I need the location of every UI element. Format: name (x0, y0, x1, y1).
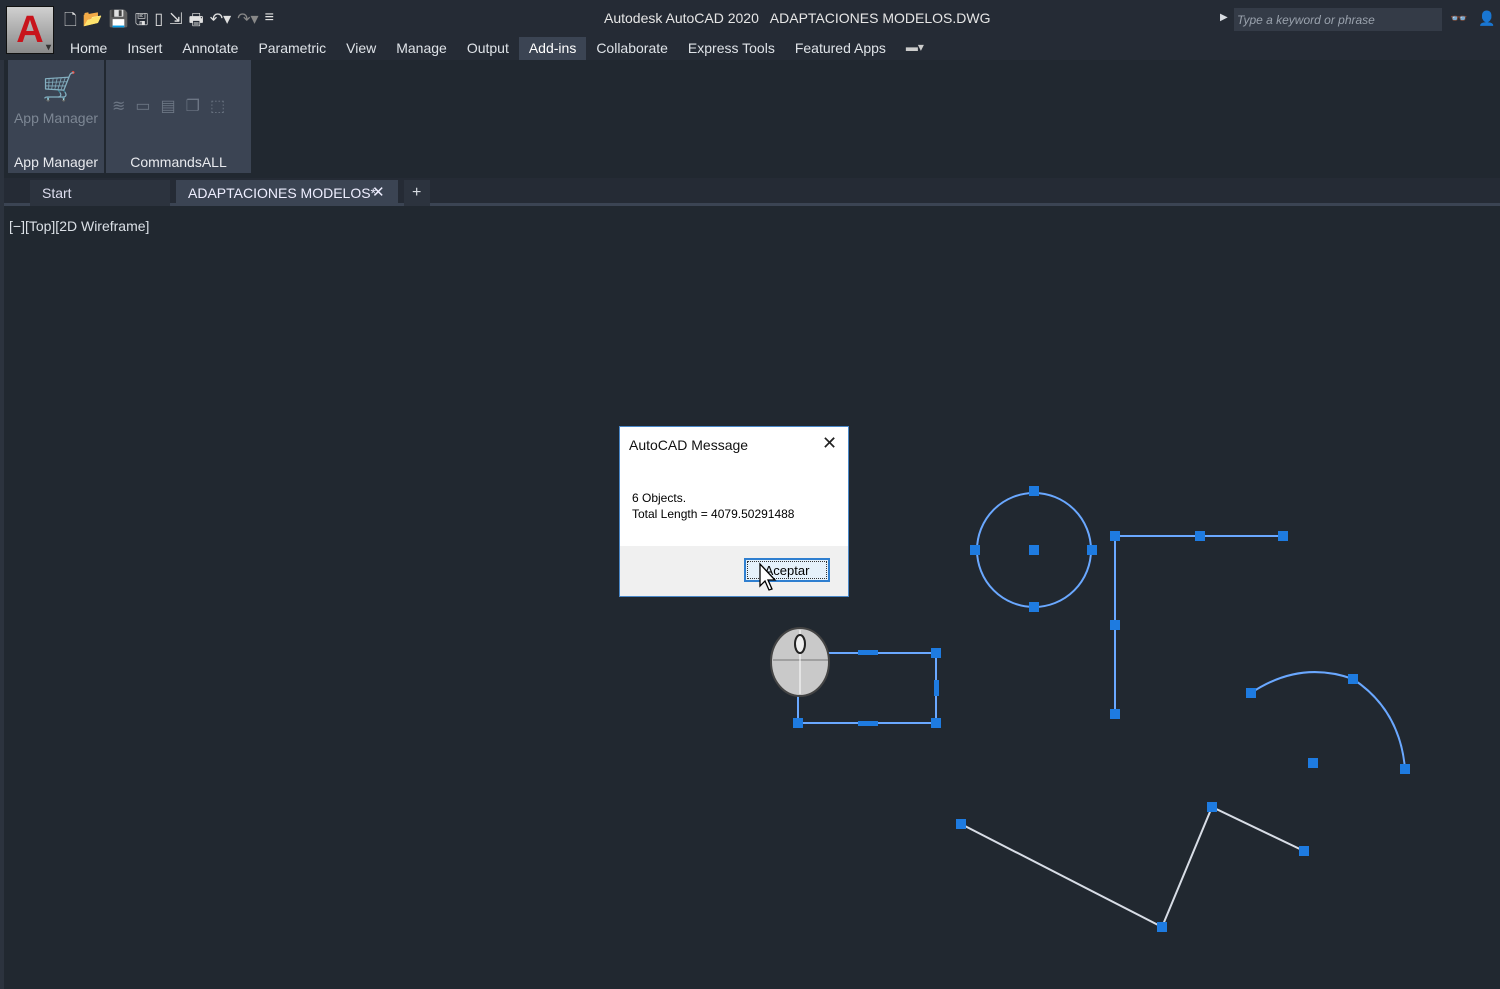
accept-button[interactable]: Aceptar (744, 558, 830, 582)
mouse-icon (770, 627, 830, 697)
polyline-object[interactable] (1114, 535, 1283, 714)
zigzag-polyline-object[interactable] (960, 805, 1305, 929)
dialog-title: AutoCAD Message (629, 437, 749, 453)
message-dialog: AutoCAD Message ✕ 6 Objects. Total Lengt… (619, 426, 849, 597)
dialog-message: 6 Objects. Total Length = 4079.50291488 (632, 490, 794, 522)
grips[interactable] (793, 486, 1410, 932)
dialog-footer: Aceptar (620, 546, 848, 596)
close-icon[interactable]: ✕ (822, 433, 837, 454)
object-count: 6 Objects. (632, 491, 687, 505)
cursor-icon (759, 562, 777, 591)
arc-object[interactable] (1250, 671, 1406, 770)
total-length: Total Length = 4079.50291488 (632, 507, 795, 521)
